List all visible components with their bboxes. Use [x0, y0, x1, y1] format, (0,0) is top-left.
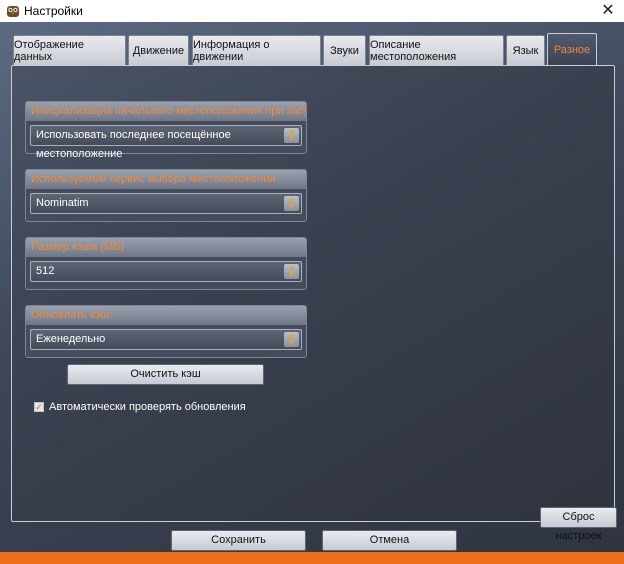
- reset-settings-button[interactable]: Сброс настроек: [540, 507, 617, 542]
- bottom-accent-strip: [0, 552, 624, 564]
- close-icon[interactable]: ✕: [598, 1, 618, 21]
- cache-size-group: Размер кэша (МБ) 512 ▲ ▼: [25, 237, 307, 290]
- startup-location-header: Инициализация начального местоположения …: [26, 102, 306, 121]
- owl-app-icon: [7, 6, 19, 17]
- cache-size-select[interactable]: 512 ▲ ▼: [30, 261, 302, 282]
- title-bar: Настройки ✕: [0, 0, 624, 22]
- clear-cache-button[interactable]: Очистить кэш: [67, 364, 264, 385]
- updown-arrow-icon[interactable]: ▲ ▼: [284, 128, 299, 143]
- tab-movement-info[interactable]: Информация о движении: [192, 35, 321, 65]
- cache-size-value: 512: [36, 265, 55, 277]
- cache-update-select[interactable]: Еженедельно ▲ ▼: [30, 329, 302, 350]
- location-service-select[interactable]: Nominatim ▲ ▼: [30, 193, 302, 214]
- tab-sounds[interactable]: Звуки: [323, 35, 366, 65]
- startup-location-select[interactable]: Использовать последнее посещённое местоп…: [30, 125, 302, 160]
- location-service-header: Используемый сервис выбора местоположени…: [26, 170, 306, 189]
- updown-arrow-icon[interactable]: ▲ ▼: [284, 196, 299, 211]
- save-button[interactable]: Сохранить: [171, 530, 306, 551]
- updown-arrow-icon[interactable]: ▲ ▼: [284, 332, 299, 347]
- updown-arrow-icon[interactable]: ▲ ▼: [284, 264, 299, 279]
- cancel-button[interactable]: Отмена: [322, 530, 457, 551]
- auto-update-label: Автоматически проверять обновления: [49, 401, 246, 413]
- location-service-group: Используемый сервис выбора местоположени…: [25, 169, 307, 222]
- startup-location-group: Инициализация начального местоположения …: [25, 101, 307, 160]
- auto-update-checkbox[interactable]: ✓: [34, 402, 44, 412]
- window-title: Настройки: [24, 4, 83, 18]
- tab-location-description[interactable]: Описание местоположения: [369, 35, 504, 65]
- settings-window: Отображение данных Движение Информация о…: [0, 22, 624, 552]
- cache-update-group: Обновлять кэш: Еженедельно ▲ ▼: [25, 305, 307, 358]
- startup-location-value: Использовать последнее посещённое местоп…: [36, 129, 231, 160]
- tab-language[interactable]: Язык: [506, 35, 545, 65]
- cache-update-value: Еженедельно: [36, 333, 106, 345]
- tab-data-display[interactable]: Отображение данных: [13, 35, 126, 65]
- tab-movement[interactable]: Движение: [128, 35, 189, 65]
- misc-settings-panel: Инициализация начального местоположения …: [11, 65, 615, 522]
- tab-misc[interactable]: Разное: [547, 33, 597, 66]
- location-service-value: Nominatim: [36, 197, 89, 209]
- cache-size-header: Размер кэша (МБ): [26, 238, 306, 257]
- cache-update-header: Обновлять кэш:: [26, 306, 306, 325]
